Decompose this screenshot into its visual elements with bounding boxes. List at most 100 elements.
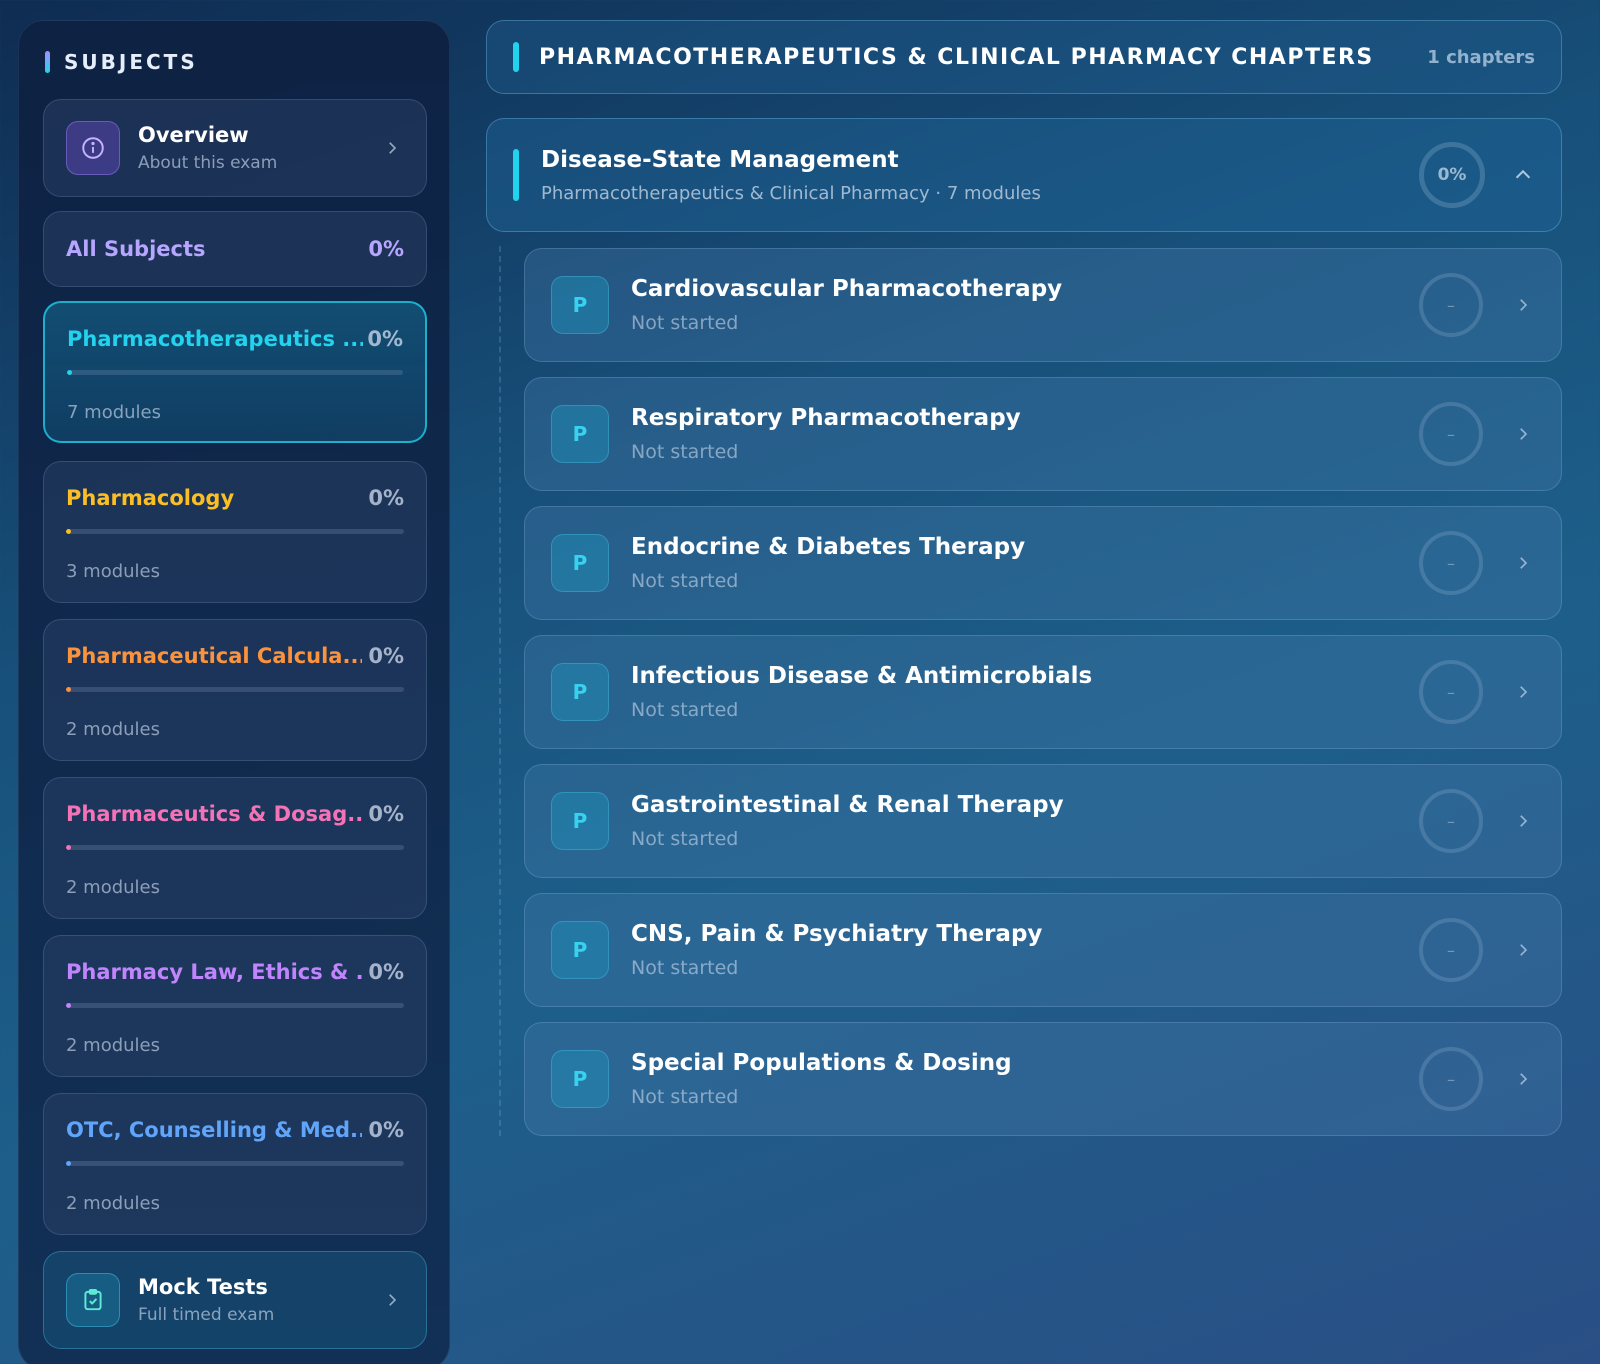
module-badge: P — [551, 1050, 609, 1108]
mock-tests-subtitle: Full timed exam — [138, 1305, 275, 1325]
subject-card-pharmacotherapeutics[interactable]: Pharmacotherapeutics ... 0% 7 modules — [43, 301, 427, 443]
module-score-ring: – — [1419, 273, 1483, 337]
mock-tests-title: Mock Tests — [138, 1275, 268, 1299]
chapters-header-title: PHARMACOTHERAPEUTICS & CLINICAL PHARMACY… — [539, 44, 1374, 70]
clipboard-check-icon — [66, 1273, 120, 1327]
module-status: Not started — [631, 570, 739, 592]
module-status: Not started — [631, 699, 739, 721]
chapter-subtitle: Pharmacotherapeutics & Clinical Pharmacy… — [541, 182, 1041, 204]
module-badge: P — [551, 534, 609, 592]
module-title: Special Populations & Dosing — [631, 1050, 1012, 1076]
module-title: CNS, Pain & Psychiatry Therapy — [631, 921, 1043, 947]
chevron-right-icon — [1511, 551, 1535, 575]
subject-module-count: 2 modules — [66, 1035, 161, 1056]
chevron-right-icon — [1511, 809, 1535, 833]
subject-progress-bar — [66, 529, 404, 534]
subject-module-count: 7 modules — [67, 402, 162, 423]
module-status: Not started — [631, 957, 739, 979]
chevron-right-icon — [1511, 293, 1535, 317]
chapter-title: Disease-State Management — [541, 146, 899, 173]
module-card[interactable]: P Endocrine & Diabetes Therapy Not start… — [524, 506, 1562, 620]
subject-module-count: 2 modules — [66, 1193, 161, 1214]
subject-percent: 0% — [368, 486, 404, 510]
subject-card-pharmaceutical-calculations[interactable]: Pharmaceutical Calcula... 0% 2 modules — [43, 619, 427, 761]
subject-card-pharmacy-law[interactable]: Pharmacy Law, Ethics & ... 0% 2 modules — [43, 935, 427, 1077]
subject-name: Pharmaceutical Calcula... — [66, 644, 362, 668]
subject-percent: 0% — [367, 327, 403, 351]
subject-card-pharmacology[interactable]: Pharmacology 0% 3 modules — [43, 461, 427, 603]
module-card[interactable]: P Respiratory Pharmacotherapy Not starte… — [524, 377, 1562, 491]
subject-name: OTC, Counselling & Med... — [66, 1118, 362, 1142]
module-card[interactable]: P Cardiovascular Pharmacotherapy Not sta… — [524, 248, 1562, 362]
chapters-header: PHARMACOTHERAPEUTICS & CLINICAL PHARMACY… — [486, 20, 1562, 94]
subject-card-pharmaceutics[interactable]: Pharmaceutics & Dosag... 0% 2 modules — [43, 777, 427, 919]
overview-nav-card[interactable]: Overview About this exam — [43, 99, 427, 197]
subject-module-count: 3 modules — [66, 561, 161, 582]
module-card[interactable]: P Infectious Disease & Antimicrobials No… — [524, 635, 1562, 749]
subject-progress-bar — [66, 1003, 404, 1008]
subject-name: Pharmaceutics & Dosag... — [66, 802, 362, 826]
subject-name: Pharmacology — [66, 486, 235, 510]
module-tree-connector — [499, 246, 501, 1136]
subject-progress-bar — [67, 370, 403, 375]
module-badge: P — [551, 921, 609, 979]
heading-accent-bar — [45, 51, 50, 73]
module-title: Gastrointestinal & Renal Therapy — [631, 792, 1064, 818]
module-badge: P — [551, 792, 609, 850]
chapter-card-disease-state-management[interactable]: Disease-State Management Pharmacotherape… — [486, 118, 1562, 232]
chevron-right-icon — [380, 1288, 404, 1312]
subject-progress-bar — [66, 845, 404, 850]
chevron-up-icon[interactable] — [1511, 163, 1535, 187]
module-card[interactable]: P CNS, Pain & Psychiatry Therapy Not sta… — [524, 893, 1562, 1007]
module-score-ring: – — [1419, 1047, 1483, 1111]
subject-module-count: 2 modules — [66, 719, 161, 740]
module-score-ring: – — [1419, 402, 1483, 466]
module-status: Not started — [631, 1086, 739, 1108]
subject-percent: 0% — [368, 960, 404, 984]
subject-progress-bar — [66, 687, 404, 692]
chevron-right-icon — [1511, 422, 1535, 446]
subject-module-count: 2 modules — [66, 877, 161, 898]
module-title: Respiratory Pharmacotherapy — [631, 405, 1021, 431]
module-score-ring: – — [1419, 789, 1483, 853]
overview-title: Overview — [138, 123, 249, 147]
sidebar-heading: SUBJECTS — [45, 50, 198, 74]
module-score-ring: – — [1419, 660, 1483, 724]
subject-name: Pharmacy Law, Ethics & ... — [66, 960, 362, 984]
chapters-count: 1 chapters — [1427, 46, 1535, 68]
mock-tests-nav-card[interactable]: Mock Tests Full timed exam — [43, 1251, 427, 1349]
subject-percent: 0% — [368, 802, 404, 826]
module-card[interactable]: P Gastrointestinal & Renal Therapy Not s… — [524, 764, 1562, 878]
chevron-right-icon — [1511, 1067, 1535, 1091]
module-score-ring: – — [1419, 918, 1483, 982]
chapter-accent-bar — [513, 149, 519, 201]
subject-percent: 0% — [368, 1118, 404, 1142]
subjects-sidebar: SUBJECTS Overview About this exam All Su… — [18, 20, 450, 1364]
header-accent-bar — [513, 42, 519, 72]
sidebar-heading-text: SUBJECTS — [64, 50, 198, 74]
info-icon — [66, 121, 120, 175]
module-title: Infectious Disease & Antimicrobials — [631, 663, 1093, 689]
subject-progress-bar — [66, 1161, 404, 1166]
chapter-progress-ring: 0% — [1419, 142, 1485, 208]
module-badge: P — [551, 276, 609, 334]
module-title: Endocrine & Diabetes Therapy — [631, 534, 1026, 560]
module-card[interactable]: P Special Populations & Dosing Not start… — [524, 1022, 1562, 1136]
overview-subtitle: About this exam — [138, 153, 278, 173]
all-subjects-filter[interactable]: All Subjects 0% — [43, 211, 427, 287]
all-subjects-percent: 0% — [368, 237, 404, 261]
module-title: Cardiovascular Pharmacotherapy — [631, 276, 1063, 302]
module-status: Not started — [631, 312, 739, 334]
chevron-right-icon — [1511, 938, 1535, 962]
all-subjects-label: All Subjects — [66, 237, 206, 261]
module-badge: P — [551, 663, 609, 721]
module-badge: P — [551, 405, 609, 463]
subject-name: Pharmacotherapeutics ... — [67, 327, 363, 351]
module-status: Not started — [631, 441, 739, 463]
subject-card-otc-counselling[interactable]: OTC, Counselling & Med... 0% 2 modules — [43, 1093, 427, 1235]
chevron-right-icon — [1511, 680, 1535, 704]
module-score-ring: – — [1419, 531, 1483, 595]
subject-percent: 0% — [368, 644, 404, 668]
module-status: Not started — [631, 828, 739, 850]
chevron-right-icon — [380, 136, 404, 160]
